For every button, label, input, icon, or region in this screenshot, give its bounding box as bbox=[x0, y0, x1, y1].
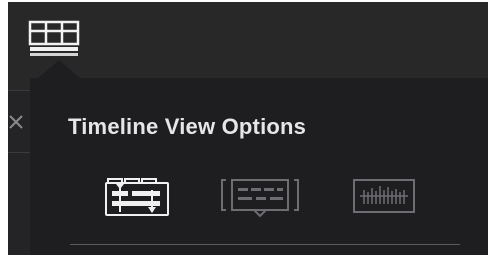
timeline-view-icon bbox=[28, 20, 80, 56]
subtitle-track-option[interactable] bbox=[218, 176, 302, 218]
audio-waveform-option[interactable] bbox=[350, 176, 418, 218]
toolbar bbox=[8, 2, 488, 90]
timeline-view-options-popover: Timeline View Options bbox=[30, 78, 488, 255]
stacked-timelines-option[interactable] bbox=[102, 176, 172, 218]
panel-divider bbox=[8, 152, 30, 153]
popover-title: Timeline View Options bbox=[68, 114, 307, 139]
close-icon bbox=[9, 115, 23, 129]
application-window: Timeline View Options bbox=[8, 2, 488, 255]
popover-separator bbox=[70, 244, 460, 245]
subtitle-track-icon bbox=[221, 179, 299, 218]
popover-arrow bbox=[38, 60, 80, 78]
close-button[interactable] bbox=[8, 110, 28, 134]
audio-waveform-icon bbox=[353, 179, 415, 213]
stacked-timelines-icon bbox=[105, 178, 169, 216]
timeline-view-options-button[interactable] bbox=[28, 20, 80, 60]
